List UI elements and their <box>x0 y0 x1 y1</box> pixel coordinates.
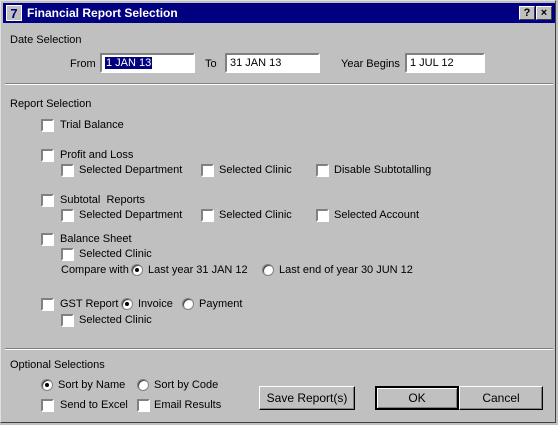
subtotal-reports-label: Subtotal Reports <box>60 194 145 206</box>
dialog-window: 7 Financial Report Selection ? × Date Se… <box>0 0 556 423</box>
to-date-value: 31 JAN 13 <box>230 57 282 69</box>
divider <box>5 83 553 85</box>
invoice-radio[interactable] <box>121 298 133 310</box>
send-to-excel-checkbox[interactable] <box>41 399 54 412</box>
window-title: Financial Report Selection <box>27 6 178 20</box>
last-year-label: Last year 31 JAN 12 <box>148 264 248 276</box>
title-bar[interactable]: 7 Financial Report Selection ? × <box>3 3 555 23</box>
sort-by-code-radio[interactable] <box>137 379 149 391</box>
ok-button[interactable]: OK <box>375 386 459 410</box>
pl-selected-department-checkbox[interactable] <box>61 164 74 177</box>
profit-and-loss-label: Profit and Loss <box>60 149 134 161</box>
st-selected-account-checkbox[interactable] <box>316 209 329 222</box>
year-begins-field[interactable]: 1 JUL 12 <box>405 53 485 73</box>
report-selection-heading: Report Selection <box>10 98 92 110</box>
pl-disable-subtotalling-label: Disable Subtotalling <box>334 164 432 176</box>
close-button[interactable]: × <box>536 6 552 20</box>
to-date-field[interactable]: 31 JAN 13 <box>225 53 320 73</box>
email-results-label: Email Results <box>154 399 222 411</box>
sort-by-code-label: Sort by Code <box>154 379 219 391</box>
payment-radio[interactable] <box>182 298 194 310</box>
last-year-radio[interactable] <box>131 264 143 276</box>
payment-label: Payment <box>199 298 243 310</box>
gst-selected-clinic-checkbox[interactable] <box>61 314 74 327</box>
from-label: From <box>70 58 96 70</box>
sort-by-name-label: Sort by Name <box>58 379 126 391</box>
to-label: To <box>205 58 217 70</box>
save-reports-button[interactable]: Save Report(s) <box>259 386 355 410</box>
cancel-button[interactable]: Cancel <box>459 386 543 410</box>
bs-selected-clinic-label: Selected Clinic <box>79 248 152 260</box>
bs-selected-clinic-checkbox[interactable] <box>61 248 74 261</box>
year-begins-value: 1 JUL 12 <box>410 57 454 69</box>
invoice-label: Invoice <box>138 298 173 310</box>
st-selected-clinic-checkbox[interactable] <box>201 209 214 222</box>
app-icon: 7 <box>6 5 22 21</box>
balance-sheet-checkbox[interactable] <box>41 233 54 246</box>
trial-balance-checkbox[interactable] <box>41 119 54 132</box>
last-end-of-year-radio[interactable] <box>262 264 274 276</box>
send-to-excel-label: Send to Excel <box>60 399 128 411</box>
year-begins-label: Year Begins <box>341 58 400 70</box>
sort-by-name-radio[interactable] <box>41 379 53 391</box>
optional-selections-heading: Optional Selections <box>10 359 105 371</box>
from-date-field[interactable]: 1 JAN 13 <box>100 53 195 73</box>
st-selected-department-checkbox[interactable] <box>61 209 74 222</box>
divider <box>5 348 553 350</box>
gst-selected-clinic-label: Selected Clinic <box>79 314 152 326</box>
help-button[interactable]: ? <box>519 6 535 20</box>
from-date-value: 1 JAN 13 <box>105 57 153 69</box>
gst-report-checkbox[interactable] <box>41 298 54 311</box>
pl-selected-clinic-checkbox[interactable] <box>201 164 214 177</box>
compare-with-label: Compare with <box>61 264 129 276</box>
st-selected-clinic-label: Selected Clinic <box>219 209 292 221</box>
pl-selected-department-label: Selected Department <box>79 164 183 176</box>
trial-balance-label: Trial Balance <box>60 119 124 131</box>
last-end-of-year-label: Last end of year 30 JUN 12 <box>279 264 413 276</box>
st-selected-account-label: Selected Account <box>334 209 420 221</box>
pl-selected-clinic-label: Selected Clinic <box>219 164 292 176</box>
profit-and-loss-checkbox[interactable] <box>41 149 54 162</box>
pl-disable-subtotalling-checkbox[interactable] <box>316 164 329 177</box>
balance-sheet-label: Balance Sheet <box>60 233 132 245</box>
date-selection-heading: Date Selection <box>10 34 82 46</box>
gst-report-label: GST Report <box>60 298 119 310</box>
email-results-checkbox[interactable] <box>137 399 150 412</box>
subtotal-reports-checkbox[interactable] <box>41 194 54 207</box>
st-selected-department-label: Selected Department <box>79 209 183 221</box>
